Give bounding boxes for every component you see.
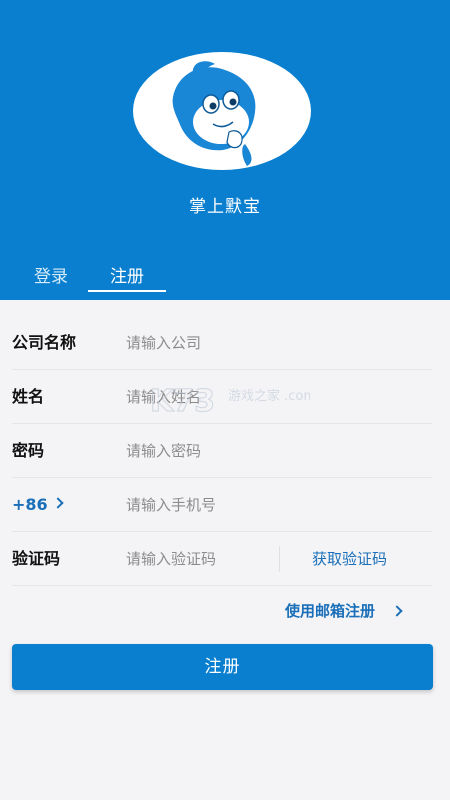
company-row: 公司名称 请输入公司 [12, 316, 432, 370]
watermark-logo: K73 游戏之家 .com [150, 383, 310, 419]
app-name: 掌上默宝 [189, 197, 261, 217]
code-label: 验证码 [12, 549, 61, 568]
password-row: 密码 请输入密码 [12, 424, 432, 478]
app-logo [133, 52, 311, 170]
phone-input[interactable]: 请输入手机号 [126, 478, 376, 532]
phone-row: +86 请输入手机号 [12, 478, 432, 532]
get-code-button[interactable]: 获取验证码 [312, 532, 387, 586]
active-tab-indicator [88, 290, 166, 292]
tab-register[interactable]: 注册 [88, 262, 166, 287]
tab-login[interactable]: 登录 [30, 262, 72, 287]
name-label: 姓名 [12, 387, 45, 406]
password-input[interactable]: 请输入密码 [126, 424, 376, 478]
code-input[interactable]: 请输入验证码 [126, 532, 276, 586]
email-register-link[interactable]: 使用邮箱注册 [285, 600, 375, 621]
svg-text:K73: K73 [150, 384, 215, 419]
code-row: 验证码 请输入验证码 获取验证码 [12, 532, 432, 586]
company-input[interactable]: 请输入公司 [126, 316, 376, 370]
company-label: 公司名称 [12, 333, 77, 352]
watermark-text: 游戏之家 .com [228, 388, 310, 404]
password-label: 密码 [12, 441, 45, 460]
divider [279, 546, 280, 572]
country-code-selector[interactable]: +86 [12, 478, 48, 532]
chevron-right-icon[interactable] [391, 605, 403, 617]
chevron-right-icon[interactable] [52, 497, 64, 509]
register-button[interactable]: 注册 [12, 644, 433, 690]
header: 掌上默宝 登录 注册 [0, 0, 450, 300]
